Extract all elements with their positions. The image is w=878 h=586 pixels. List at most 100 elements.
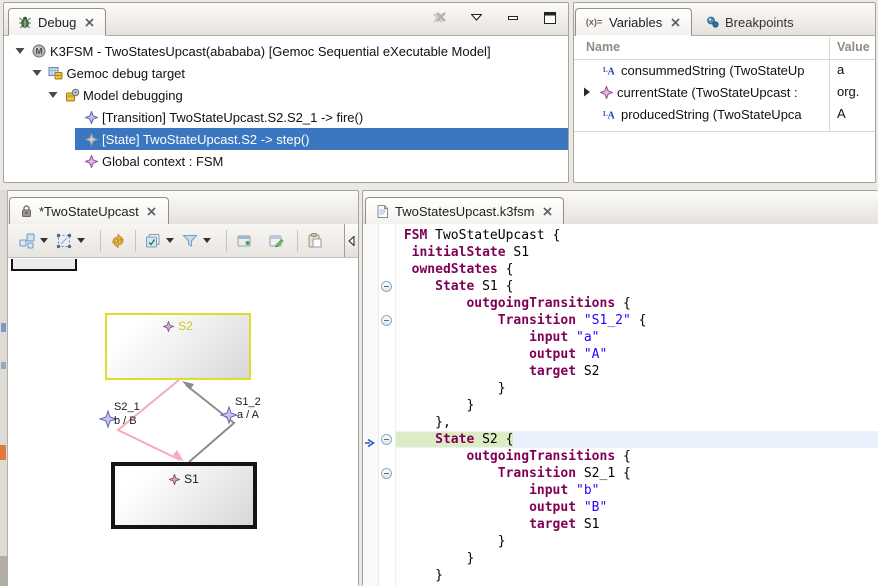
column-divider[interactable]: [829, 37, 830, 131]
code-line[interactable]: target S2: [396, 363, 878, 380]
minimize-icon[interactable]: [505, 10, 521, 25]
transition-marker-s1-2[interactable]: [221, 407, 237, 423]
close-icon[interactable]: [667, 15, 683, 30]
code-line[interactable]: },: [396, 414, 878, 431]
select-dropdown-icon[interactable]: [77, 238, 85, 243]
column-name[interactable]: Name: [586, 40, 620, 54]
code-line[interactable]: output "B": [396, 499, 878, 516]
tab-k3fsm-file[interactable]: TwoStatesUpcast.k3fsm: [365, 197, 564, 225]
star-blue-icon: [83, 110, 99, 125]
filter-icon[interactable]: [181, 232, 199, 250]
code-line[interactable]: Transition "S1_2" {: [396, 312, 878, 329]
code-line[interactable]: ownedStates {: [396, 261, 878, 278]
code-line[interactable]: }: [396, 397, 878, 414]
code-line-text: }: [396, 398, 474, 413]
code-line[interactable]: input "a": [396, 329, 878, 346]
close-icon[interactable]: [81, 15, 97, 30]
tree-row[interactable]: [Transition] TwoStateUpcast.S2.S2_1 -> f…: [4, 106, 568, 128]
layers-icon[interactable]: [144, 232, 162, 250]
code-line[interactable]: output "A": [396, 346, 878, 363]
code-line[interactable]: }: [396, 380, 878, 397]
tree-row[interactable]: Global context : FSM: [4, 150, 568, 172]
close-icon[interactable]: [144, 204, 160, 219]
eclipse-workbench: Debug MK3FSM - TwoStatesU: [0, 0, 878, 586]
diagram-canvas[interactable]: S2 S1 S2_1 b / B S1_2 a / A: [8, 259, 358, 586]
code-line[interactable]: State S2 {: [396, 431, 878, 448]
refresh-icon[interactable]: [109, 232, 127, 250]
code-tabbar: TwoStatesUpcast.k3fsm: [363, 191, 878, 225]
code-line[interactable]: FSM TwoStateUpcast {: [396, 227, 878, 244]
trim-marker[interactable]: [0, 445, 6, 460]
variable-name: producedString (TwoStateUpca: [621, 107, 802, 122]
code-text[interactable]: FSM TwoStateUpcast { initialState S1 own…: [396, 224, 878, 586]
code-line[interactable]: }: [396, 567, 878, 584]
maximize-icon[interactable]: [542, 10, 558, 25]
fold-marker-icon[interactable]: [381, 315, 392, 326]
state-icon: [163, 321, 174, 332]
tree-row[interactable]: Gemoc debug target: [4, 62, 568, 84]
fold-marker-icon[interactable]: [381, 434, 392, 445]
code-line[interactable]: initialState S1: [396, 244, 878, 261]
debug-view: Debug MK3FSM - TwoStatesU: [3, 2, 569, 183]
diagram-tabbar: *TwoStateUpcast: [8, 191, 358, 225]
code-editor: TwoStatesUpcast.k3fsm FSM TwoStateUpcast…: [362, 190, 878, 586]
code-line[interactable]: Transition S2_1 {: [396, 465, 878, 482]
tab-diagram[interactable]: *TwoStateUpcast: [9, 197, 169, 225]
fold-marker-icon[interactable]: [381, 281, 392, 292]
palette-arrow-icon: [348, 236, 355, 246]
transition-edge-s1-s2[interactable]: [186, 385, 234, 462]
diagram-editor: *TwoStateUpcast: [7, 190, 359, 586]
transition-right-trigger[interactable]: a / A: [237, 409, 259, 422]
column-value[interactable]: Value: [837, 40, 870, 54]
string-attr-icon: LA: [602, 107, 618, 122]
transition-right-name[interactable]: S1_2: [235, 396, 261, 409]
annotation-ruler[interactable]: [363, 224, 379, 586]
code-line-text: ownedStates {: [396, 262, 513, 277]
arrange-all-icon[interactable]: [18, 232, 36, 250]
tab-breakpoints[interactable]: Breakpoints: [696, 8, 802, 36]
state-node-s2[interactable]: S2: [105, 313, 251, 380]
remove-terminated-icon[interactable]: [431, 10, 447, 25]
tab-variables[interactable]: (x)= Variables: [575, 8, 692, 36]
diagram-toolbar: [8, 224, 358, 258]
code-area: FSM TwoStateUpcast { initialState S1 own…: [363, 224, 878, 586]
paste-icon[interactable]: [306, 232, 324, 250]
tree-row[interactable]: Model debugging: [4, 84, 568, 106]
view-menu-icon[interactable]: [468, 10, 484, 25]
tree-row[interactable]: MK3FSM - TwoStatesUpcast(abababa) [Gemoc…: [4, 40, 568, 62]
code-line[interactable]: input "b": [396, 482, 878, 499]
arrange-dropdown-icon[interactable]: [40, 238, 48, 243]
debug-launch-tree: MK3FSM - TwoStatesUpcast(abababa) [Gemoc…: [4, 36, 568, 172]
show-hide-icon[interactable]: [235, 232, 253, 250]
code-line[interactable]: target S1: [396, 516, 878, 533]
code-line[interactable]: State S1 {: [396, 278, 878, 295]
code-line-text: },: [396, 415, 451, 430]
trim-marker[interactable]: [1, 362, 6, 369]
close-icon[interactable]: [539, 204, 555, 219]
gemoc-engine-icon: M: [31, 44, 47, 59]
state-node-s1[interactable]: S1: [111, 462, 257, 529]
svg-text:A: A: [608, 67, 616, 77]
tab-debug[interactable]: Debug: [8, 8, 106, 36]
filter-dropdown-icon[interactable]: [203, 238, 211, 243]
code-line[interactable]: outgoingTransitions {: [396, 448, 878, 465]
trim-marker[interactable]: [1, 323, 6, 332]
transition-left-trigger[interactable]: b / B: [114, 415, 137, 428]
code-line[interactable]: }: [396, 533, 878, 550]
code-line-text: output "A": [396, 347, 607, 362]
code-line-text: outgoingTransitions {: [396, 449, 631, 464]
layers-dropdown-icon[interactable]: [166, 238, 174, 243]
edit-mode-icon[interactable]: [267, 232, 285, 250]
transition-left-name[interactable]: S2_1: [114, 401, 140, 414]
select-mode-icon[interactable]: [55, 232, 73, 250]
state-icon: [169, 474, 180, 485]
folding-ruler[interactable]: [379, 224, 396, 586]
code-line[interactable]: outgoingTransitions {: [396, 295, 878, 312]
fold-marker-icon[interactable]: [381, 468, 392, 479]
expand-arrow-icon: [12, 44, 28, 59]
variable-value: a: [837, 62, 875, 77]
tree-row[interactable]: [State] TwoStateUpcast.S2 -> step(): [4, 128, 568, 150]
palette-collapse-button[interactable]: [344, 224, 358, 257]
code-line-text: State S1 {: [396, 279, 513, 294]
code-line[interactable]: }: [396, 550, 878, 567]
